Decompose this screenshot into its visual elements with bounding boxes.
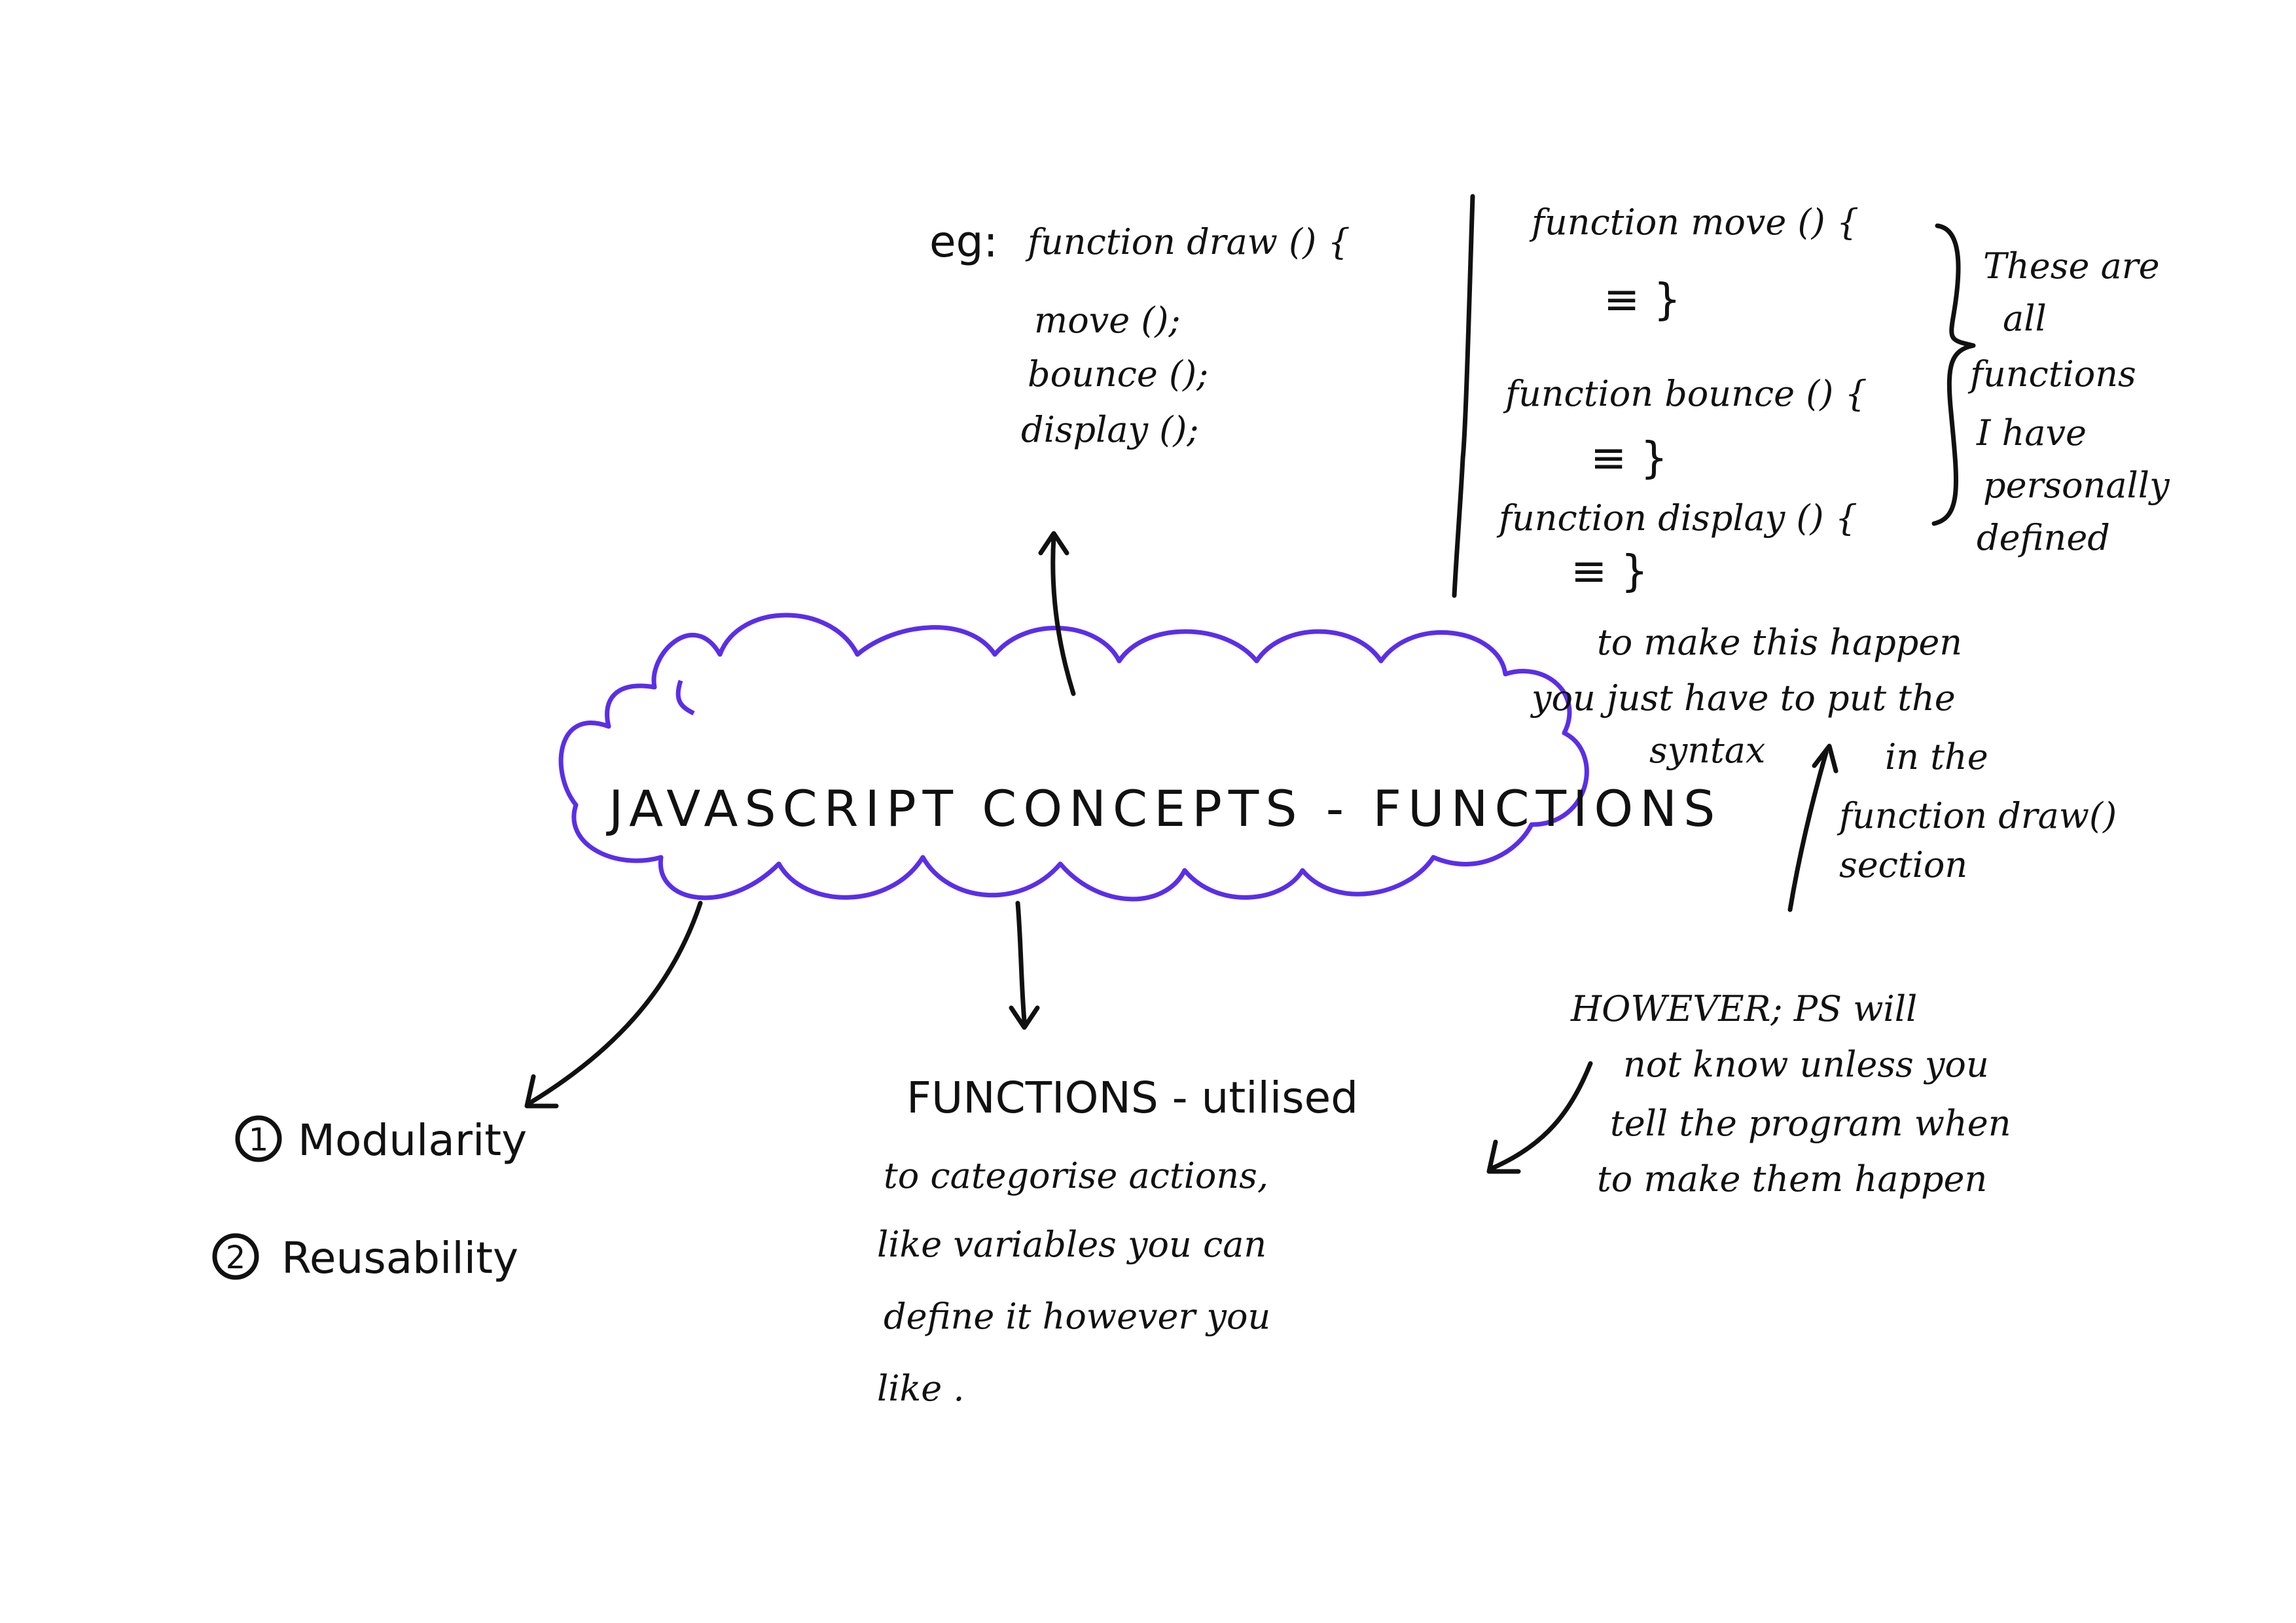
definition-bounce-header: function bounce () {	[1503, 373, 1867, 414]
functions-note-line-3: like variables you can	[877, 1224, 1266, 1265]
cloud-inner-arc	[675, 679, 695, 716]
benefit-2-number: 2	[226, 1240, 246, 1276]
example-header: function draw () {	[1025, 221, 1350, 262]
however-note-line-2: not know unless you	[1623, 1044, 1989, 1085]
benefit-1-label: Modularity	[298, 1115, 527, 1166]
arrow-to-functions-note	[1015, 901, 1027, 1024]
definition-display-body: ≡ }	[1571, 546, 1648, 596]
functions-note-line-1: FUNCTIONS - utilised	[906, 1073, 1358, 1123]
syntax-note-line-1: to make this happen	[1597, 622, 1962, 663]
syntax-arrow	[1787, 750, 1829, 912]
brace-note-line-6: defined	[1977, 517, 2110, 558]
functions-note-line-4: define it however you	[884, 1296, 1270, 1337]
definitions-brace	[1931, 223, 1976, 526]
title-cloud	[558, 613, 1589, 902]
example-call-display: display ();	[1021, 409, 1199, 450]
brace-note-line-4: I have	[1976, 412, 2087, 454]
however-note-line-3: tell the program when	[1610, 1103, 2011, 1144]
functions-note-line-5: like .	[877, 1368, 965, 1409]
functions-note-line-2: to categorise actions,	[884, 1155, 1268, 1196]
syntax-note-line-2: you just have to put the	[1530, 677, 1956, 719]
however-note-line-1: HOWEVER; PS will	[1570, 988, 1917, 1029]
brace-note-line-5: personally	[1983, 465, 2170, 506]
benefit-2-label: Reusability	[281, 1233, 518, 1283]
however-arrow	[1490, 1061, 1593, 1171]
syntax-note-line-5: function draw()	[1837, 795, 2117, 836]
example-call-move: move ();	[1034, 300, 1181, 341]
definition-display-header: function display () {	[1496, 497, 1857, 539]
brace-note-line-1: These are	[1983, 245, 2160, 287]
syntax-note-line-3: syntax	[1649, 730, 1765, 771]
syntax-note-line-6: section	[1839, 844, 1967, 885]
definition-move-body: ≡ }	[1604, 274, 1681, 325]
arrow-to-benefits	[528, 901, 703, 1105]
central-title: JAVASCRIPT CONCEPTS - FUNCTIONS	[606, 779, 1721, 838]
definition-move-header: function move () {	[1529, 202, 1859, 243]
brace-note-line-2: all	[2003, 298, 2047, 339]
mind-map-canvas: JAVASCRIPT CONCEPTS - FUNCTIONS eg: func…	[212, 194, 2170, 1409]
example-prefix: eg:	[929, 217, 998, 267]
divider-line	[1452, 194, 1475, 598]
definition-bounce-body: ≡ }	[1590, 433, 1668, 483]
arrow-to-example	[1050, 534, 1076, 696]
example-call-bounce: bounce ();	[1028, 353, 1208, 395]
however-note-line-4: to make them happen	[1597, 1158, 1987, 1200]
brace-note-line-3: functions	[1967, 353, 2136, 395]
syntax-note-line-4: in the	[1885, 736, 1988, 777]
benefit-1-number: 1	[249, 1122, 269, 1158]
